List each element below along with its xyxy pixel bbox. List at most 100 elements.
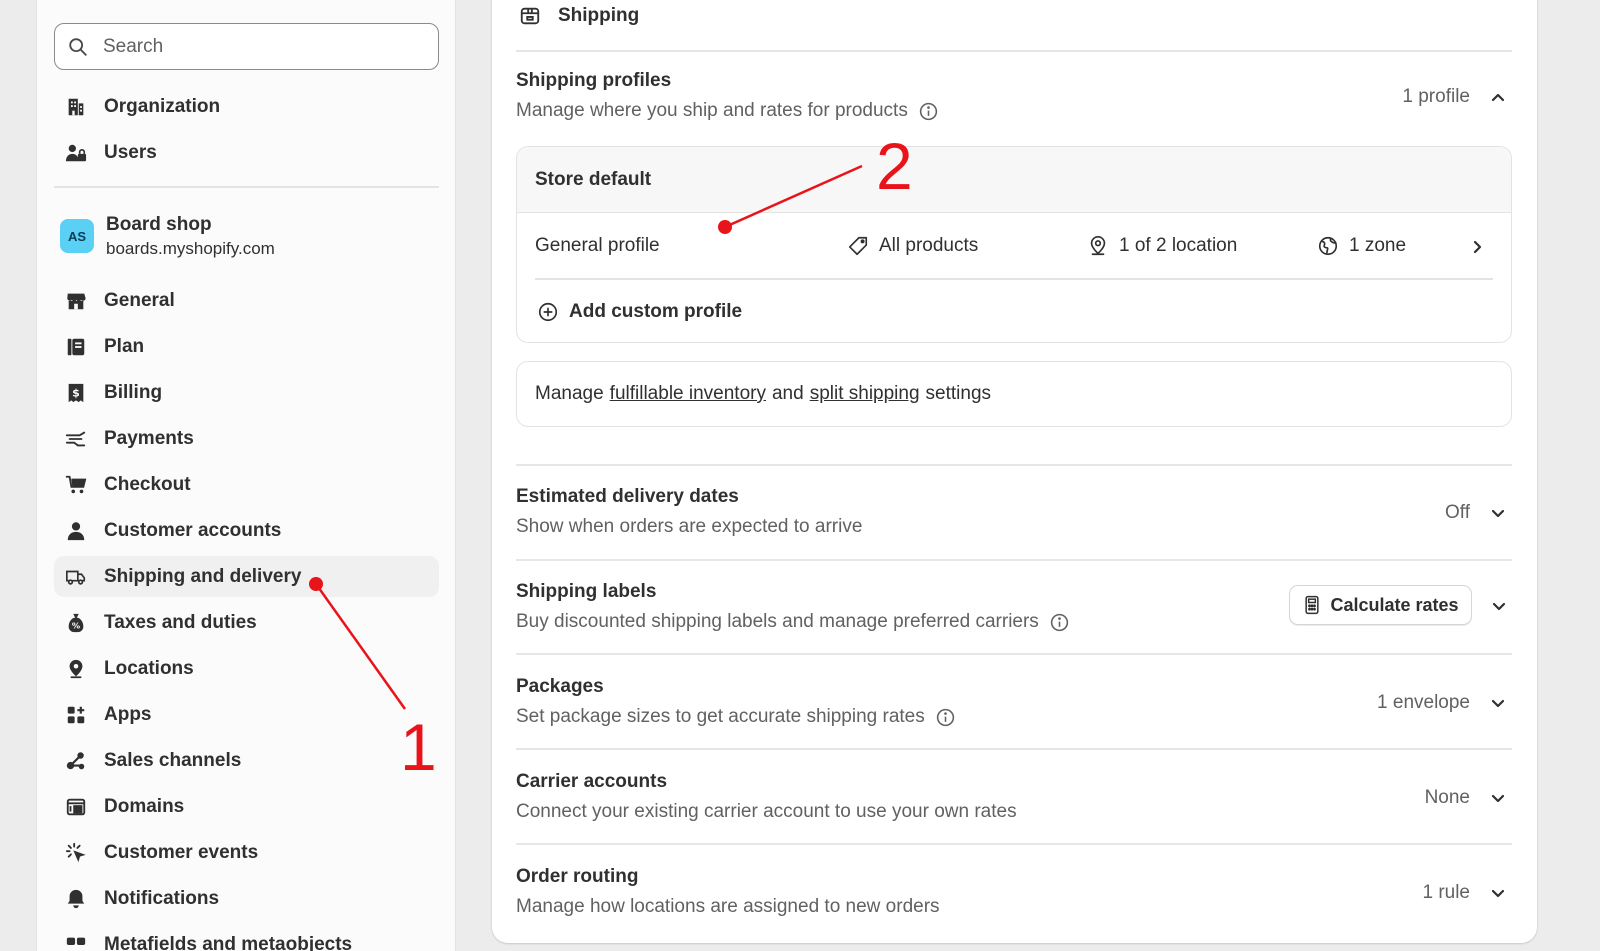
order-routing-toggle[interactable]: 1 rule	[1422, 882, 1512, 904]
sidebar-item-notifications[interactable]: Notifications	[54, 878, 439, 919]
carrier-accounts-description: Connect your existing carrier account to…	[516, 801, 1017, 822]
sidebar-item-billing[interactable]: $ Billing	[54, 372, 439, 413]
estimated-delivery-toggle[interactable]: Off	[1445, 502, 1512, 524]
search-input[interactable]	[103, 35, 423, 58]
building-icon	[64, 95, 88, 119]
sidebar-item-general[interactable]: General	[54, 280, 439, 321]
packages-description: Set package sizes to get accurate shippi…	[516, 706, 925, 727]
chevron-down-icon[interactable]	[1489, 596, 1509, 616]
sidebar-item-label: Organization	[104, 95, 221, 117]
sidebar-item-domains[interactable]: Domains	[54, 786, 439, 827]
divider	[516, 843, 1512, 845]
search-field[interactable]	[54, 23, 439, 70]
estimated-delivery-title: Estimated delivery dates	[516, 486, 739, 507]
add-custom-profile-button[interactable]: Add custom profile	[517, 280, 1511, 343]
manage-middle: and	[771, 383, 804, 404]
store-domain: boards.myshopify.com	[106, 238, 275, 258]
chevron-down-icon	[1491, 794, 1505, 803]
shipping-profiles-summary: 1 profile	[1402, 86, 1470, 107]
general-profile-row[interactable]: General profile All products 1 of 2 loca…	[517, 213, 1511, 278]
sidebar-item-plan[interactable]: Plan	[54, 326, 439, 367]
manage-inventory-box: Manage fulfillable inventory and split s…	[516, 361, 1512, 427]
domains-icon	[64, 795, 88, 819]
sidebar-item-customer-events[interactable]: Customer events	[54, 832, 439, 873]
packages-title: Packages	[516, 676, 604, 697]
sidebar-item-label: Billing	[104, 381, 163, 403]
sidebar-item-sales-channels[interactable]: Sales channels	[54, 740, 439, 781]
packages-section: Packages Set package sizes to get accura…	[516, 676, 1512, 756]
apps-icon	[64, 703, 88, 727]
sidebar-item-label: Customer events	[104, 841, 259, 863]
carrier-accounts-title: Carrier accounts	[516, 771, 668, 792]
order-routing-section: Order routing Manage how locations are a…	[516, 866, 1512, 946]
split-shipping-link[interactable]: split shipping	[810, 383, 920, 405]
location-pin-icon	[1090, 236, 1106, 256]
plus-circle-icon	[538, 302, 558, 321]
sidebar-item-label: Customer accounts	[104, 519, 282, 541]
estimated-delivery-description: Show when orders are expected to arrive	[516, 516, 863, 537]
sidebar-item-customer-accounts[interactable]: Customer accounts	[54, 510, 439, 551]
location-icon	[64, 657, 88, 681]
chevron-down-icon	[1491, 699, 1505, 708]
chevron-up-icon	[1491, 93, 1505, 102]
divider	[516, 464, 1512, 466]
sidebar-item-label: Payments	[104, 427, 194, 449]
info-icon[interactable]	[918, 101, 939, 122]
sidebar-item-apps[interactable]: Apps	[54, 694, 439, 735]
carrier-accounts-summary: None	[1424, 787, 1470, 808]
sidebar-item-label: Taxes and duties	[104, 611, 257, 633]
sidebar-item-label: Sales channels	[104, 749, 242, 771]
person-icon	[64, 519, 88, 543]
estimated-delivery-section: Estimated delivery dates Show when order…	[516, 486, 1512, 566]
calculate-rates-button[interactable]: Calculate rates	[1289, 585, 1472, 625]
sidebar-item-label: Domains	[104, 795, 185, 817]
manage-prefix: Manage	[535, 383, 604, 404]
add-custom-profile-label: Add custom profile	[569, 300, 743, 322]
order-routing-description: Manage how locations are assigned to new…	[516, 896, 940, 917]
sidebar-item-payments[interactable]: Payments	[54, 418, 439, 459]
profile-products: All products	[879, 235, 979, 256]
plan-icon	[64, 335, 88, 359]
sidebar-item-organization[interactable]: Organization	[54, 86, 439, 127]
calculator-icon	[1305, 595, 1320, 615]
shipping-profiles-toggle[interactable]: 1 profile	[1402, 86, 1512, 108]
divider	[516, 653, 1512, 655]
store-switcher[interactable]: AS Board shop boards.myshopify.com	[54, 208, 439, 264]
sidebar-item-checkout[interactable]: Checkout	[54, 464, 439, 505]
sidebar-item-label: Users	[104, 141, 157, 163]
packages-toggle[interactable]: 1 envelope	[1377, 692, 1512, 714]
divider	[516, 50, 1512, 52]
channels-icon	[64, 749, 88, 773]
search-icon	[69, 37, 87, 56]
calculate-rates-label: Calculate rates	[1330, 594, 1459, 615]
sidebar-item-locations[interactable]: Locations	[54, 648, 439, 689]
chevron-right-icon	[1473, 240, 1482, 254]
carrier-accounts-toggle[interactable]: None	[1425, 787, 1512, 809]
divider	[516, 748, 1512, 750]
store-avatar: AS	[60, 219, 94, 253]
metafields-icon	[64, 933, 88, 951]
store-icon	[64, 289, 88, 313]
store-name: Board shop	[106, 213, 212, 235]
shipping-box-icon	[520, 7, 540, 25]
sidebar-item-users[interactable]: Users	[54, 132, 439, 173]
sidebar-item-taxes-and-duties[interactable]: % Taxes and duties	[54, 602, 439, 643]
chevron-down-icon	[1491, 509, 1505, 518]
order-routing-summary: 1 rule	[1422, 882, 1470, 903]
shipping-profiles-description: Manage where you ship and rates for prod…	[516, 100, 908, 121]
fulfillable-inventory-link[interactable]: fulfillable inventory	[610, 383, 766, 405]
info-icon[interactable]	[1049, 612, 1070, 633]
billing-icon: $	[64, 381, 88, 405]
cursor-icon	[64, 841, 88, 865]
sidebar-item-shipping-and-delivery[interactable]: Shipping and delivery	[54, 556, 439, 597]
section-title: Shipping	[558, 5, 640, 26]
store-default-panel: Store default General profile All produc…	[516, 146, 1512, 343]
sidebar-item-metafields[interactable]: Metafields and metaobjects	[54, 924, 439, 951]
info-icon[interactable]	[935, 707, 956, 728]
packages-summary: 1 envelope	[1377, 692, 1470, 713]
sidebar-item-label: Metafields and metaobjects	[104, 933, 353, 951]
divider	[516, 559, 1512, 561]
annotation-label-1: 1	[400, 710, 437, 784]
shipping-profiles-section: Shipping profiles Manage where you ship …	[516, 70, 1512, 150]
svg-text:%: %	[72, 620, 80, 630]
